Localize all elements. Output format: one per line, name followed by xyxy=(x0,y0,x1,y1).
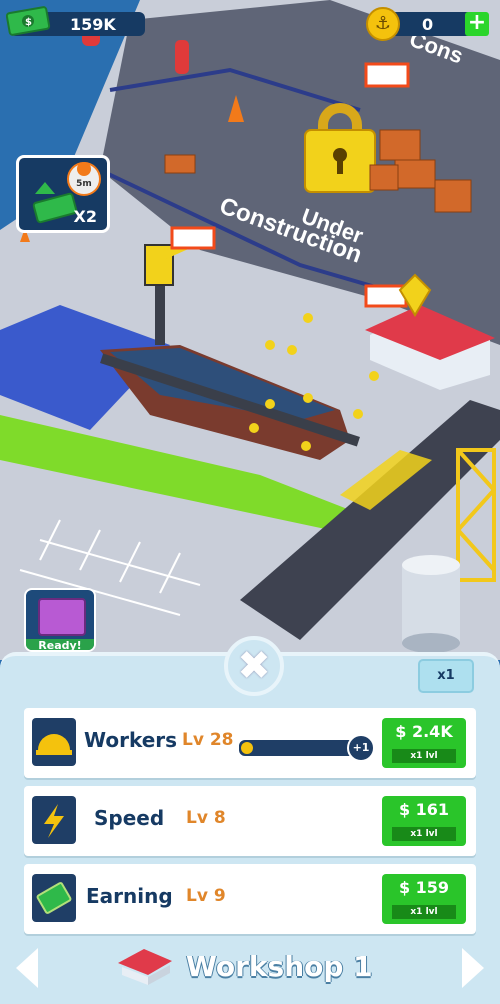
upgrade-name: Earning xyxy=(86,884,173,908)
storage-silo xyxy=(402,555,460,653)
upgrade-level: Lv 8 xyxy=(186,808,226,828)
buy-price: $ 159 xyxy=(398,878,450,897)
money-icon xyxy=(32,874,76,922)
buy-per-level: x1 lvl xyxy=(392,749,456,763)
workshop-icon xyxy=(118,949,172,985)
income-boost-button[interactable]: 5m X2 xyxy=(16,155,110,233)
buy-price: $ 161 xyxy=(398,800,450,819)
buy-per-level: x1 lvl xyxy=(392,905,456,919)
cash-display: $ 159K xyxy=(6,6,145,36)
upgrade-row-earning: Earning Lv 9 $ 159 x1 lvl xyxy=(24,864,476,934)
buy-per-level: x1 lvl xyxy=(392,827,456,841)
upgrade-level: Lv 9 xyxy=(186,886,226,906)
workers-progress-bar: +1 xyxy=(239,734,375,762)
buy-multiplier-button[interactable]: x1 xyxy=(418,659,474,693)
anchor-icon: ⚓ xyxy=(366,7,400,41)
buy-price: $ 2.4K xyxy=(395,722,453,741)
svg-text:$: $ xyxy=(25,17,32,28)
upgrade-name: Speed xyxy=(94,806,165,830)
upgrade-row-workers: Workers Lv 28 +1 $ 2.4K x1 lvl xyxy=(24,708,476,778)
chest-status: Ready! xyxy=(26,639,94,650)
close-button[interactable]: ✖ xyxy=(224,636,284,696)
buy-earning-button[interactable]: $ 159 x1 lvl xyxy=(382,874,466,924)
lightning-icon xyxy=(32,796,76,844)
game-scene[interactable]: Under Construction Cons xyxy=(0,0,500,660)
boost-multiplier: X2 xyxy=(73,207,97,226)
anchor-currency-display: ⚓ 0 + xyxy=(366,7,489,41)
upgrade-level: Lv 28 xyxy=(182,730,234,750)
reward-chest-button[interactable]: Ready! xyxy=(24,588,96,652)
cash-icon: $ xyxy=(6,6,51,36)
upgrade-name: Workers xyxy=(84,728,178,752)
buy-speed-button[interactable]: $ 161 x1 lvl xyxy=(382,796,466,846)
chest-icon xyxy=(38,598,86,636)
boost-timer: 5m xyxy=(67,162,101,196)
add-anchor-button[interactable]: + xyxy=(465,12,489,36)
hardhat-icon xyxy=(32,718,76,766)
buy-workers-button[interactable]: $ 2.4K x1 lvl xyxy=(382,718,466,768)
next-building-arrow[interactable] xyxy=(462,948,484,988)
previous-building-arrow[interactable] xyxy=(16,948,38,988)
cash-value: 159K xyxy=(70,15,116,34)
building-title: Workshop 1 xyxy=(186,950,373,983)
progress-fill xyxy=(241,742,253,754)
upgrade-row-speed: Speed Lv 8 $ 161 x1 lvl xyxy=(24,786,476,856)
anchor-value: 0 xyxy=(422,15,434,34)
progress-bonus: +1 xyxy=(347,734,375,762)
